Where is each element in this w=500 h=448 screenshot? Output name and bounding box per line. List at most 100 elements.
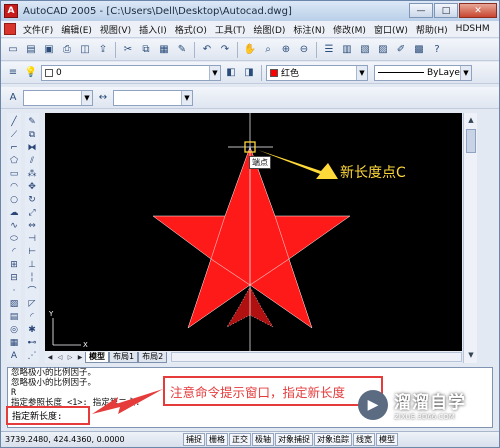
close-button[interactable]: ✕ [459,3,497,18]
text-style-dropdown[interactable]: ▼ [23,89,93,106]
polygon-icon[interactable]: ⬠ [9,155,20,166]
erase-icon[interactable]: ✎ [27,116,38,127]
layer-previous-icon[interactable]: ◨ [241,65,257,81]
make-current-layer-icon[interactable]: ◧ [223,65,239,81]
properties-icon[interactable]: ☰ [321,42,337,58]
zoom-realtime-icon[interactable]: ⌕ [260,42,276,58]
prev-tab-icon[interactable]: ◁ [55,352,65,362]
ellipse-icon[interactable]: ⬭ [9,233,20,244]
print-icon[interactable]: ⎙ [59,42,75,58]
polar-toggle[interactable]: 极轴 [252,433,274,446]
chevron-down-icon[interactable]: ▼ [81,90,92,105]
break-icon[interactable]: ╎ [27,272,38,283]
tab-layout2[interactable]: 布局2 [138,351,168,363]
menu-format[interactable]: 格式(O) [171,23,211,36]
scroll-down-icon[interactable]: ▼ [465,349,477,361]
join-icon[interactable]: ⌒ [27,285,38,297]
make-block-icon[interactable]: ⊟ [9,272,20,283]
ellipse-arc-icon[interactable]: ◜ [9,246,20,257]
chevron-down-icon[interactable]: ▼ [181,90,192,105]
dimension-style-dropdown[interactable]: ▼ [113,89,193,106]
last-tab-icon[interactable]: ▶ [75,352,85,362]
sheet-set-icon[interactable]: ▨ [375,42,391,58]
pan-icon[interactable]: ✋ [242,42,258,58]
offset-icon[interactable]: ⫽ [27,155,38,166]
revision-cloud-icon[interactable]: ☁ [9,207,20,218]
polyline-icon[interactable]: ⌐ [9,142,20,153]
move-icon[interactable]: ✥ [27,181,38,192]
fillet-icon[interactable]: ◜ [27,311,38,322]
array-icon[interactable]: ⁂ [27,168,38,179]
redo-icon[interactable]: ↷ [217,42,233,58]
menu-dimension[interactable]: 标注(N) [289,23,329,36]
spline-icon[interactable]: ∿ [9,220,20,231]
menu-modify[interactable]: 修改(M) [329,23,370,36]
scroll-thumb[interactable] [466,129,476,153]
match-properties-icon[interactable]: ✎ [174,42,190,58]
dimension-style-icon[interactable]: ↔ [95,90,111,106]
horizontal-scrollbar[interactable] [171,352,462,362]
document-icon[interactable] [4,23,16,35]
point-icon[interactable]: · [9,285,20,296]
menu-window[interactable]: 窗口(W) [370,23,412,36]
chamfer-icon[interactable]: ◸ [27,298,38,309]
table-icon[interactable]: ▦ [9,337,20,348]
insert-block-icon[interactable]: ⊞ [9,259,20,270]
vertical-scrollbar[interactable]: ▲ ▼ [463,113,477,363]
menu-edit[interactable]: 编辑(E) [57,23,96,36]
gradient-icon[interactable]: ▤ [9,311,20,322]
new-file-icon[interactable]: ▭ [5,42,21,58]
color-dropdown[interactable]: 红色 ▼ [266,64,368,81]
layer-manager-icon[interactable]: ≡ [5,65,21,81]
calculator-icon[interactable]: ▩ [411,42,427,58]
cut-icon[interactable]: ✂ [120,42,136,58]
save-icon[interactable]: ▣ [41,42,57,58]
otrack-toggle[interactable]: 对象追踪 [314,433,352,446]
menu-hdshm[interactable]: HDSHM [452,24,494,34]
menu-view[interactable]: 视图(V) [96,23,135,36]
line-icon[interactable]: ╱ [9,116,20,127]
title-bar[interactable]: A AutoCAD 2005 - [C:\Users\Dell\Desktop\… [1,1,499,21]
tool-palettes-icon[interactable]: ▧ [357,42,373,58]
menu-insert[interactable]: 插入(I) [135,23,171,36]
preview-icon[interactable]: ◫ [77,42,93,58]
stretch-icon[interactable]: ⇔ [27,220,38,231]
grid-toggle[interactable]: 栅格 [206,433,228,446]
tab-model[interactable]: 模型 [85,351,109,363]
next-tab-icon[interactable]: ▷ [65,352,75,362]
autocad-app-icon[interactable]: A [4,4,18,18]
open-file-icon[interactable]: ▤ [23,42,39,58]
rectangle-icon[interactable]: ▭ [9,168,20,179]
layer-dropdown[interactable]: 0 ▼ [41,64,221,81]
explode-icon[interactable]: ✱ [27,324,38,335]
region-icon[interactable]: ◎ [9,324,20,335]
osnap-toggle[interactable]: 对象捕捉 [275,433,313,446]
menu-draw[interactable]: 绘图(D) [249,23,289,36]
publish-icon[interactable]: ⇪ [95,42,111,58]
dimension-aligned-icon[interactable]: ⋰ [27,350,38,361]
extend-icon[interactable]: ⊢ [27,246,38,257]
dimension-linear-icon[interactable]: ⊷ [27,337,38,348]
layer-on-icon[interactable]: 💡 [23,65,39,81]
model-toggle[interactable]: 模型 [376,433,398,446]
mirror-icon[interactable]: ⧓ [27,142,38,153]
help-icon[interactable]: ? [429,42,445,58]
design-center-icon[interactable]: ▥ [339,42,355,58]
zoom-previous-icon[interactable]: ⊖ [296,42,312,58]
scale-icon[interactable]: ⤢ [27,207,38,218]
menu-file[interactable]: 文件(F) [19,23,57,36]
scroll-up-icon[interactable]: ▲ [465,114,477,126]
construction-line-icon[interactable]: ⟋ [9,129,20,140]
tab-layout1[interactable]: 布局1 [109,351,139,363]
multiline-text-icon[interactable]: A [9,350,20,361]
ortho-toggle[interactable]: 正交 [229,433,251,446]
trim-icon[interactable]: ⊣ [27,233,38,244]
markup-icon[interactable]: ✐ [393,42,409,58]
arc-icon[interactable]: ◠ [9,181,20,192]
lineweight-toggle[interactable]: 线宽 [353,433,375,446]
linetype-dropdown[interactable]: ByLayer ▼ [374,64,472,81]
circle-icon[interactable]: ○ [9,194,20,205]
undo-icon[interactable]: ↶ [199,42,215,58]
menu-tools[interactable]: 工具(T) [211,23,250,36]
minimize-button[interactable]: — [409,3,433,18]
